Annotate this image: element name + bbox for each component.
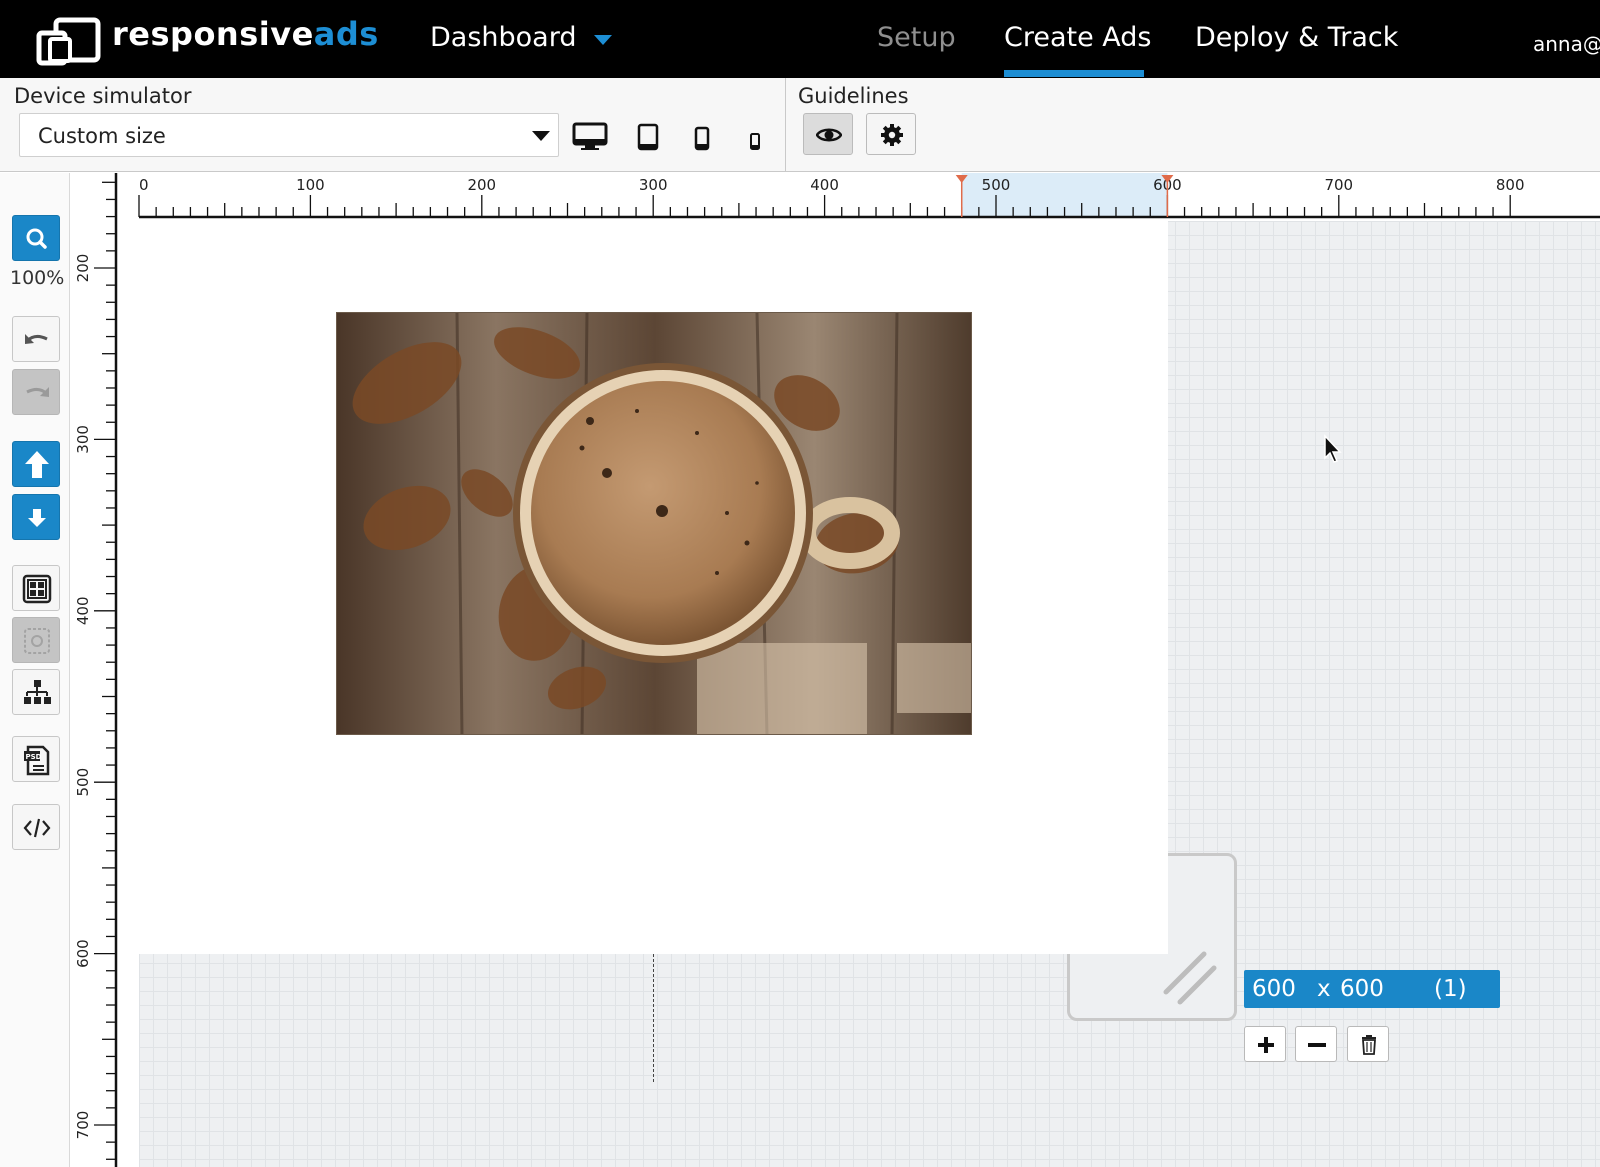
tab-deploy-track[interactable]: Deploy & Track	[1195, 22, 1398, 53]
arrow-up-icon	[25, 451, 49, 478]
code-icon	[23, 818, 51, 838]
small-phone-icon[interactable]	[748, 132, 762, 152]
remove-size-button[interactable]	[1295, 1026, 1337, 1062]
ruler-tick-label: 600	[74, 939, 92, 968]
toolbar-divider	[785, 78, 786, 172]
responsiveads-logo-icon[interactable]	[36, 17, 102, 67]
ruler-tick-label: 700	[1324, 176, 1353, 194]
vertical-ruler[interactable]: 200 300 400 500 600 700	[70, 173, 120, 1167]
grid-layout-icon	[22, 574, 52, 604]
zoom-level: 100%	[10, 267, 65, 289]
coffee-cup-photo[interactable]	[336, 312, 972, 735]
ad-size-badge: 600 x 600 (1)	[1244, 970, 1500, 1008]
device-size-value: Custom size	[38, 124, 166, 148]
tab-create-ads[interactable]: Create Ads	[1004, 22, 1152, 53]
arrow-down-icon	[28, 509, 46, 527]
top-navigation-bar: responsiveads Dashboard Setup Create Ads…	[0, 0, 1600, 78]
dashboard-menu[interactable]: Dashboard	[430, 22, 576, 53]
tab-setup[interactable]: Setup	[877, 22, 956, 53]
ruler-tick-label: 300	[639, 176, 668, 194]
tablet-icon[interactable]	[636, 122, 660, 152]
zoom-button[interactable]	[12, 215, 60, 261]
psd-import-icon: PSD	[24, 745, 50, 776]
hierarchy-icon	[24, 680, 51, 704]
caret-down-icon	[532, 131, 550, 141]
ruler-tick-label: 300	[74, 425, 92, 454]
ad-width-value: 600	[1252, 976, 1296, 1002]
toggle-guidelines-button[interactable]	[803, 113, 853, 155]
hierarchy-button[interactable]	[12, 669, 60, 715]
user-menu[interactable]: anna@	[1533, 32, 1600, 56]
ruler-tick-label: 500	[982, 176, 1011, 194]
horizontal-ruler[interactable]: 0 100 200 300 400 500 600 700 800	[120, 173, 1600, 221]
add-size-button[interactable]	[1244, 1026, 1286, 1062]
ruler-tick-label: 200	[74, 254, 92, 283]
ruler-tick-label: 800	[1496, 176, 1525, 194]
bring-forward-button[interactable]	[12, 441, 60, 487]
mouse-cursor-icon	[1324, 434, 1342, 463]
center-guideline	[653, 954, 654, 1082]
caret-down-icon[interactable]	[594, 35, 612, 45]
delete-size-button[interactable]	[1347, 1026, 1389, 1062]
minus-icon	[1308, 1043, 1326, 1047]
gear-icon	[881, 124, 903, 146]
redo-button[interactable]	[12, 369, 60, 415]
ruler-tick-label: 200	[467, 176, 496, 194]
send-backward-button[interactable]	[12, 494, 60, 540]
device-size-select[interactable]: Custom size	[19, 113, 559, 157]
ruler-tick-label: 500	[74, 768, 92, 797]
guidelines-settings-button[interactable]	[866, 113, 916, 155]
undo-button[interactable]	[12, 316, 60, 362]
trash-icon	[1362, 1035, 1376, 1055]
grid-layout-button[interactable]	[12, 565, 60, 611]
editor-toolbar: Device simulator Custom size Guidelines	[0, 78, 1600, 172]
plus-icon	[1258, 1037, 1274, 1053]
redo-icon	[26, 387, 49, 397]
tool-sidebar: 100% PSD	[0, 173, 70, 1167]
ad-size-separator: x	[1317, 976, 1331, 1002]
ruler-tick-label: 400	[810, 176, 839, 194]
eye-icon	[816, 128, 842, 142]
phone-icon[interactable]	[693, 126, 711, 152]
screenshot-button[interactable]	[12, 617, 60, 663]
ad-height-value: 600	[1340, 976, 1384, 1002]
resize-grip-icon[interactable]	[1160, 948, 1222, 1010]
device-simulator-label: Device simulator	[14, 84, 192, 108]
screenshot-icon	[24, 628, 50, 654]
psd-import-button[interactable]: PSD	[12, 736, 60, 782]
ruler-tick-label: 100	[296, 176, 325, 194]
brand-name[interactable]: responsiveads	[112, 15, 379, 53]
ruler-tick-label: 400	[74, 596, 92, 625]
svg-text:PSD: PSD	[26, 753, 42, 761]
ad-size-count: (1)	[1434, 976, 1467, 1002]
guidelines-label: Guidelines	[798, 84, 909, 108]
search-icon	[26, 228, 47, 249]
ruler-tick-label: 0	[139, 176, 149, 194]
active-tab-indicator	[1004, 70, 1144, 77]
ruler-tick-label: 700	[74, 1111, 92, 1140]
code-button[interactable]	[12, 804, 60, 850]
desktop-icon[interactable]	[572, 122, 608, 152]
undo-icon	[25, 334, 48, 344]
